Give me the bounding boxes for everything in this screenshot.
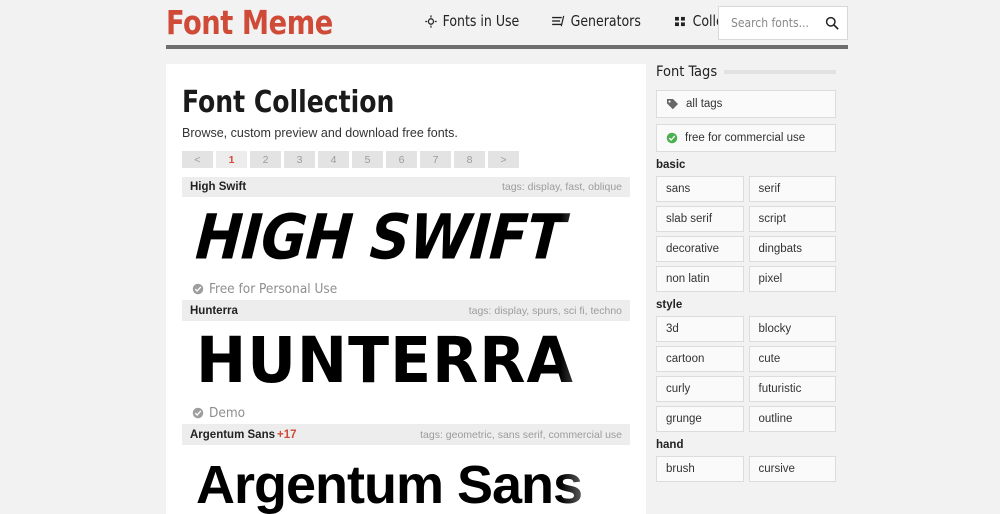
sidebar-button-label: free for commercial use xyxy=(685,132,806,144)
font-license: Demo xyxy=(182,401,630,425)
tag-blocky[interactable]: blocky xyxy=(748,316,836,342)
tag-dingbats[interactable]: dingbats xyxy=(748,236,836,262)
page-body: Font Collection Browse, custom preview a… xyxy=(0,54,1000,514)
tag-cursive[interactable]: cursive xyxy=(748,456,836,482)
tag-cartoon[interactable]: cartoon xyxy=(656,346,744,372)
tag-group-label-style: style xyxy=(656,299,683,311)
font-name[interactable]: High Swift xyxy=(190,181,246,193)
tag-sans[interactable]: sans xyxy=(656,176,744,202)
pagination-next[interactable]: > xyxy=(488,151,519,168)
tag-group-hand: brush cursive xyxy=(656,456,836,482)
font-tags: tags: geometric, sans serif, commercial … xyxy=(420,429,622,441)
tag-script[interactable]: script xyxy=(748,206,836,232)
pagination: < 1 2 3 4 5 6 7 8 > xyxy=(182,151,630,168)
font-item-header[interactable]: High Swift tags: display, fast, oblique xyxy=(182,177,630,197)
font-preview-text: HIGH SWIFT xyxy=(193,200,567,274)
check-circle-green-icon xyxy=(666,132,678,144)
font-list-item: High Swift tags: display, fast, oblique … xyxy=(182,177,630,301)
target-icon xyxy=(424,14,437,28)
sidebar-title-rule xyxy=(724,70,836,74)
tag-pixel[interactable]: pixel xyxy=(748,266,836,292)
site-header: Font Meme Fonts in Use Generators Collec… xyxy=(0,0,1000,54)
site-logo[interactable]: Font Meme xyxy=(166,3,333,43)
sidebar-button-all-tags[interactable]: all tags xyxy=(656,90,836,118)
font-license: Free for Personal Use xyxy=(182,277,630,301)
font-list-item: Argentum Sans +17 tags: geometric, sans s… xyxy=(182,425,630,514)
tag-non-latin[interactable]: non latin xyxy=(656,266,744,292)
tag-group-basic: sans serif slab serif script decorative … xyxy=(656,176,836,292)
main-navigation: Fonts in Use Generators Collection xyxy=(424,12,761,30)
font-preview-text: HUNTERRA xyxy=(196,324,574,398)
font-name[interactable]: Argentum Sans +17 xyxy=(190,429,297,441)
font-preview[interactable]: Argentum Sans xyxy=(182,445,630,514)
nav-item-generators[interactable]: Generators xyxy=(552,12,641,30)
font-tags: tags: display, spurs, sci fi, techno xyxy=(468,305,622,317)
tag-group-style: 3d blocky cartoon cute curly futuristic … xyxy=(656,316,836,432)
font-item-header[interactable]: Argentum Sans +17 tags: geometric, sans s… xyxy=(182,425,630,445)
tag-cute[interactable]: cute xyxy=(748,346,836,372)
pagination-page-6[interactable]: 6 xyxy=(386,151,417,168)
sliders-icon xyxy=(552,14,565,28)
pagination-page-8[interactable]: 8 xyxy=(454,151,485,168)
tag-grunge[interactable]: grunge xyxy=(656,406,744,432)
tag-brush[interactable]: brush xyxy=(656,456,744,482)
font-preview-text: Argentum Sans xyxy=(196,455,583,514)
pagination-page-4[interactable]: 4 xyxy=(318,151,349,168)
check-circle-icon xyxy=(192,407,204,419)
font-list-item: Hunterra tags: display, spurs, sci fi, t… xyxy=(182,301,630,425)
nav-item-fonts-in-use[interactable]: Fonts in Use xyxy=(424,12,519,30)
font-item-header[interactable]: Hunterra tags: display, spurs, sci fi, t… xyxy=(182,301,630,321)
pagination-page-1[interactable]: 1 xyxy=(216,151,247,168)
sidebar-header: Font Tags xyxy=(656,64,836,80)
tag-curly[interactable]: curly xyxy=(656,376,744,402)
tag-icon xyxy=(666,98,679,111)
nav-label-generators: Generators xyxy=(571,12,642,30)
search-icon[interactable] xyxy=(825,16,839,30)
pagination-page-7[interactable]: 7 xyxy=(420,151,451,168)
font-license-label: Free for Personal Use xyxy=(209,280,338,297)
pagination-page-3[interactable]: 3 xyxy=(284,151,315,168)
preview-fade-mask xyxy=(560,197,630,277)
tag-decorative[interactable]: decorative xyxy=(656,236,744,262)
sidebar: Font Tags all tags free for commercial u… xyxy=(656,64,836,482)
tag-outline[interactable]: outline xyxy=(748,406,836,432)
font-license-label: Demo xyxy=(209,404,246,421)
font-variant-count: +17 xyxy=(277,429,297,441)
grid-icon xyxy=(674,14,687,28)
font-name-label: Argentum Sans xyxy=(190,429,275,441)
search-input[interactable] xyxy=(729,15,825,31)
tag-3d[interactable]: 3d xyxy=(656,316,744,342)
search-box[interactable] xyxy=(718,6,848,40)
pagination-page-5[interactable]: 5 xyxy=(352,151,383,168)
header-divider xyxy=(166,45,848,49)
tag-group-label-basic: basic xyxy=(656,159,686,171)
check-circle-icon xyxy=(192,283,204,295)
page-title: Font Collection xyxy=(182,85,395,120)
tag-futuristic[interactable]: futuristic xyxy=(748,376,836,402)
font-preview[interactable]: HIGH SWIFT xyxy=(182,197,630,277)
sidebar-button-label: all tags xyxy=(686,98,723,110)
pagination-page-2[interactable]: 2 xyxy=(250,151,281,168)
tag-serif[interactable]: serif xyxy=(748,176,836,202)
sidebar-title: Font Tags xyxy=(656,64,718,80)
tag-slab-serif[interactable]: slab serif xyxy=(656,206,744,232)
pagination-prev[interactable]: < xyxy=(182,151,213,168)
page-subtitle: Browse, custom preview and download free… xyxy=(182,126,458,140)
font-tags: tags: display, fast, oblique xyxy=(501,181,622,193)
nav-label-fonts-in-use: Fonts in Use xyxy=(442,12,520,30)
tag-group-label-hand: hand xyxy=(656,439,684,451)
main-content-panel: Font Collection Browse, custom preview a… xyxy=(166,64,646,514)
sidebar-button-free-commercial[interactable]: free for commercial use xyxy=(656,124,836,152)
font-name[interactable]: Hunterra xyxy=(190,305,238,317)
font-preview[interactable]: HUNTERRA xyxy=(182,321,630,401)
